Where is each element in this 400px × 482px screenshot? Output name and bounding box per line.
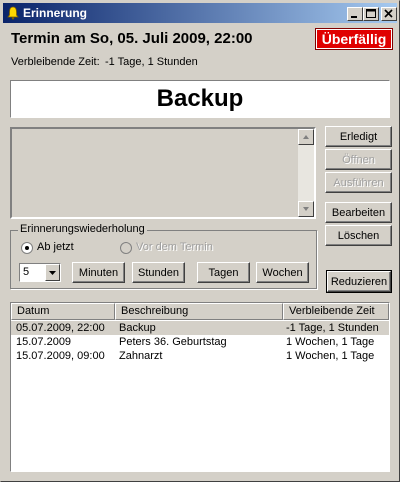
- dropdown-button[interactable]: [45, 264, 60, 281]
- delete-button[interactable]: Löschen: [325, 225, 392, 246]
- remaining-time-value: -1 Tage, 1 Stunden: [105, 56, 198, 68]
- title-bar[interactable]: Erinnerung: [3, 3, 397, 23]
- appointment-heading: Termin am So, 05. Juli 2009, 22:00: [11, 30, 253, 47]
- arrow-up-icon: [303, 135, 309, 139]
- days-button[interactable]: Tagen: [197, 262, 250, 283]
- bell-icon: [7, 6, 19, 20]
- notes-area[interactable]: [10, 127, 316, 219]
- column-header-description[interactable]: Beschreibung: [115, 303, 283, 320]
- repeat-amount-value: 5: [23, 266, 30, 278]
- row-remaining: 1 Wochen, 1 Tage: [286, 350, 375, 362]
- from-now-label[interactable]: Ab jetzt: [37, 241, 74, 253]
- from-now-radio[interactable]: [21, 242, 33, 254]
- open-button[interactable]: Öffnen: [325, 149, 392, 170]
- done-button[interactable]: Erledigt: [325, 126, 392, 147]
- chevron-down-icon: [49, 271, 56, 275]
- row-date: 15.07.2009, 09:00: [16, 350, 105, 362]
- execute-button[interactable]: Ausführen: [325, 172, 392, 193]
- row-description: Peters 36. Geburtstag: [119, 336, 227, 348]
- reduce-button[interactable]: Reduzieren: [326, 270, 392, 293]
- maximize-icon: [366, 9, 376, 18]
- repeat-amount-select[interactable]: 5: [19, 263, 61, 282]
- before-event-label[interactable]: Vor dem Termin: [136, 241, 213, 253]
- repeat-group-legend: Erinnerungswiederholung: [18, 223, 147, 235]
- minimize-icon: [351, 16, 357, 18]
- close-icon: [384, 9, 393, 18]
- remaining-time-label: Verbleibende Zeit:: [11, 56, 100, 68]
- close-button[interactable]: [381, 7, 397, 21]
- edit-button[interactable]: Bearbeiten: [325, 202, 392, 223]
- list-row[interactable]: 05.07.2009, 22:00 Backup -1 Tage, 1 Stun…: [11, 321, 389, 335]
- list-row[interactable]: 15.07.2009, 09:00 Zahnarzt 1 Wochen, 1 T…: [11, 349, 389, 363]
- row-remaining: -1 Tage, 1 Stunden: [286, 322, 379, 334]
- arrow-down-icon: [303, 207, 309, 211]
- list-row[interactable]: 15.07.2009 Peters 36. Geburtstag 1 Woche…: [11, 335, 389, 349]
- notes-scrollbar[interactable]: [298, 129, 314, 217]
- overdue-badge: Überfällig: [315, 28, 393, 50]
- row-description: Backup: [119, 322, 156, 334]
- maximize-button[interactable]: [363, 7, 379, 21]
- minutes-button[interactable]: Minuten: [72, 262, 125, 283]
- window-title: Erinnerung: [23, 6, 88, 20]
- column-header-remaining[interactable]: Verbleibende Zeit: [283, 303, 389, 320]
- column-header-date[interactable]: Datum: [11, 303, 115, 320]
- scroll-up-button[interactable]: [298, 129, 314, 145]
- reminder-window: Erinnerung Termin am So, 05. Juli 2009, …: [0, 0, 400, 482]
- minimize-button[interactable]: [347, 7, 363, 21]
- before-event-radio[interactable]: [120, 242, 132, 254]
- subject-title: Backup: [10, 80, 390, 118]
- weeks-button[interactable]: Wochen: [256, 262, 309, 283]
- hours-button[interactable]: Stunden: [132, 262, 185, 283]
- appointments-list[interactable]: Datum Beschreibung Verbleibende Zeit 05.…: [10, 302, 390, 472]
- row-remaining: 1 Wochen, 1 Tage: [286, 336, 375, 348]
- scroll-down-button[interactable]: [298, 201, 314, 217]
- row-date: 05.07.2009, 22:00: [16, 322, 105, 334]
- row-date: 15.07.2009: [16, 336, 72, 348]
- row-description: Zahnarzt: [119, 350, 163, 362]
